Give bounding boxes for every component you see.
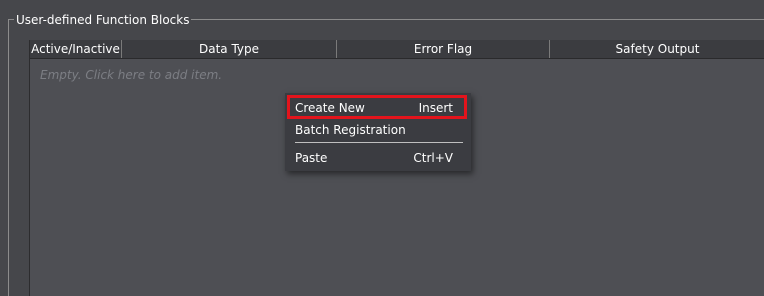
group-title: User-defined Function Blocks <box>14 12 192 28</box>
menu-separator <box>295 142 463 143</box>
table-header: Active/Inactive Data Type Error Flag Saf… <box>30 40 764 59</box>
menu-item-shortcut: Insert <box>418 101 453 115</box>
menu-item-shortcut: Ctrl+V <box>413 151 453 165</box>
menu-item-label: Create New <box>295 101 365 115</box>
column-header-error-flag[interactable]: Error Flag <box>337 40 550 58</box>
menu-item-label: Batch Registration <box>295 123 406 137</box>
menu-item-batch-registration[interactable]: Batch Registration <box>289 119 467 141</box>
menu-item-paste[interactable]: Paste Ctrl+V <box>289 147 467 169</box>
empty-add-item-hint[interactable]: Empty. Click here to add item. <box>40 68 222 82</box>
group-border-left <box>8 19 9 296</box>
column-header-data-type[interactable]: Data Type <box>122 40 337 58</box>
context-menu: Create New Insert Batch Registration Pas… <box>285 93 471 171</box>
column-header-safety-output[interactable]: Safety Output <box>550 40 764 58</box>
menu-item-label: Paste <box>295 151 328 165</box>
menu-item-create-new[interactable]: Create New Insert <box>287 95 467 119</box>
column-header-active-inactive[interactable]: Active/Inactive <box>30 40 122 58</box>
